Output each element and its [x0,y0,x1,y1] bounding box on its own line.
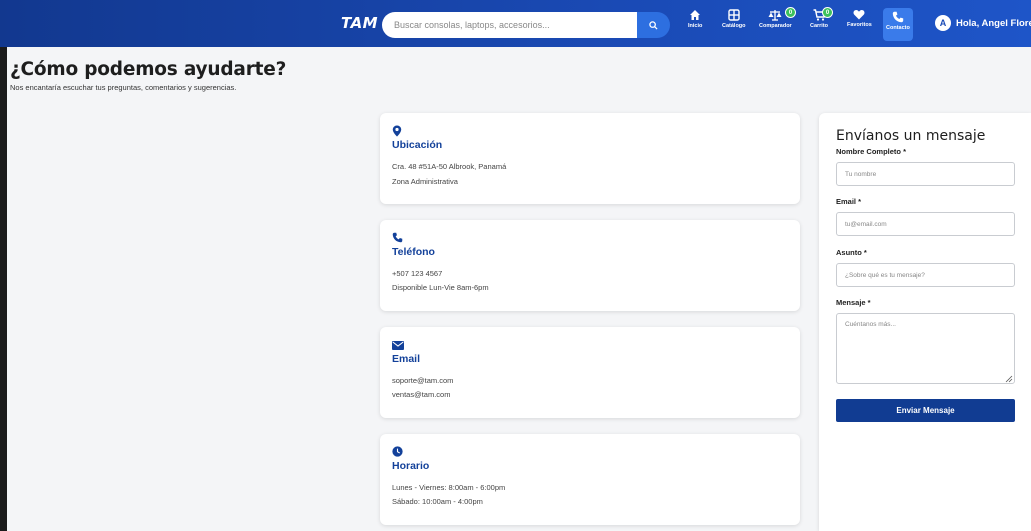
card-line: +507 123 4567 [392,269,443,278]
home-icon [690,10,701,20]
message-field[interactable] [836,313,1015,384]
card-title: Ubicación [392,139,443,151]
avatar: A [935,15,951,31]
subject-label: Asunto * [836,248,867,257]
message-label: Mensaje * [836,298,871,307]
nav-label: Favoritos [847,22,872,28]
nav-label: Carrito [810,23,829,29]
nav-label: Inicio [688,23,703,29]
submit-button[interactable]: Enviar Mensaje [836,399,1015,422]
heart-icon [853,10,865,20]
nav-label: Catálogo [722,23,746,29]
search-input[interactable] [382,12,637,38]
info-card-horario: Horario Lunes - Viernes: 8:00am - 6:00pm… [380,434,800,525]
grid-icon [728,9,740,21]
card-line: Zona Administrativa [392,177,458,186]
carrito-badge: 0 [822,7,833,18]
subject-field[interactable] [836,263,1015,287]
info-card-email: Email soporte@tam.com ventas@tam.com [380,327,800,418]
window-edge [0,47,7,531]
info-card-telefono: Teléfono +507 123 4567 Disponible Lun-Vi… [380,220,800,311]
nav-label: Comparador [759,23,792,29]
card-line: Lunes - Viernes: 8:00am - 6:00pm [392,483,506,492]
nav-contacto[interactable]: Contacto [883,8,913,41]
search-icon [649,20,658,30]
location-pin-icon [392,125,402,137]
card-line: Sábado: 10:00am - 4:00pm [392,497,483,506]
email-field[interactable] [836,212,1015,236]
nav-comparador[interactable]: 0 Comparador [759,7,796,39]
resize-grip-icon[interactable] [1005,375,1013,383]
comparador-badge: 0 [785,7,796,18]
search-button[interactable] [637,12,670,38]
nav-favoritos[interactable]: Favoritos [847,9,872,39]
brand-logo[interactable]: TAM [341,14,378,32]
nav-catalogo[interactable]: Catálogo [722,9,746,39]
card-title: Email [392,353,421,365]
nav-label: Contacto [886,25,910,31]
info-card-ubicacion: Ubicación Cra. 48 #51A-50 Albrook, Panam… [380,113,800,204]
name-field[interactable] [836,162,1015,186]
card-line: ventas@tam.com [392,390,451,399]
card-title: Teléfono [392,246,435,258]
card-line: Cra. 48 #51A-50 Albrook, Panamá [392,162,507,171]
clock-icon [392,446,403,457]
envelope-icon [392,341,404,350]
user-menu[interactable]: A Hola, Angel Florez [935,15,1031,31]
card-line: soporte@tam.com [392,376,454,385]
page-title: ¿Cómo podemos ayudarte? [10,59,287,80]
card-title: Horario [392,460,430,472]
phone-icon [392,232,403,243]
nav-carrito[interactable]: 0 Carrito [810,7,833,39]
scale-icon [768,10,782,21]
email-label: Email * [836,197,862,206]
page-subtitle: Nos encantaría escuchar tus preguntas, c… [10,83,237,92]
card-line: Disponible Lun-Vie 8am-6pm [392,283,489,292]
nav-inicio[interactable]: Inicio [688,9,702,39]
form-title: Envíanos un mensaje [836,128,986,144]
name-label: Nombre Completo * [836,147,907,156]
user-greeting: Hola, Angel Florez [956,17,1031,29]
phone-icon [892,11,904,23]
